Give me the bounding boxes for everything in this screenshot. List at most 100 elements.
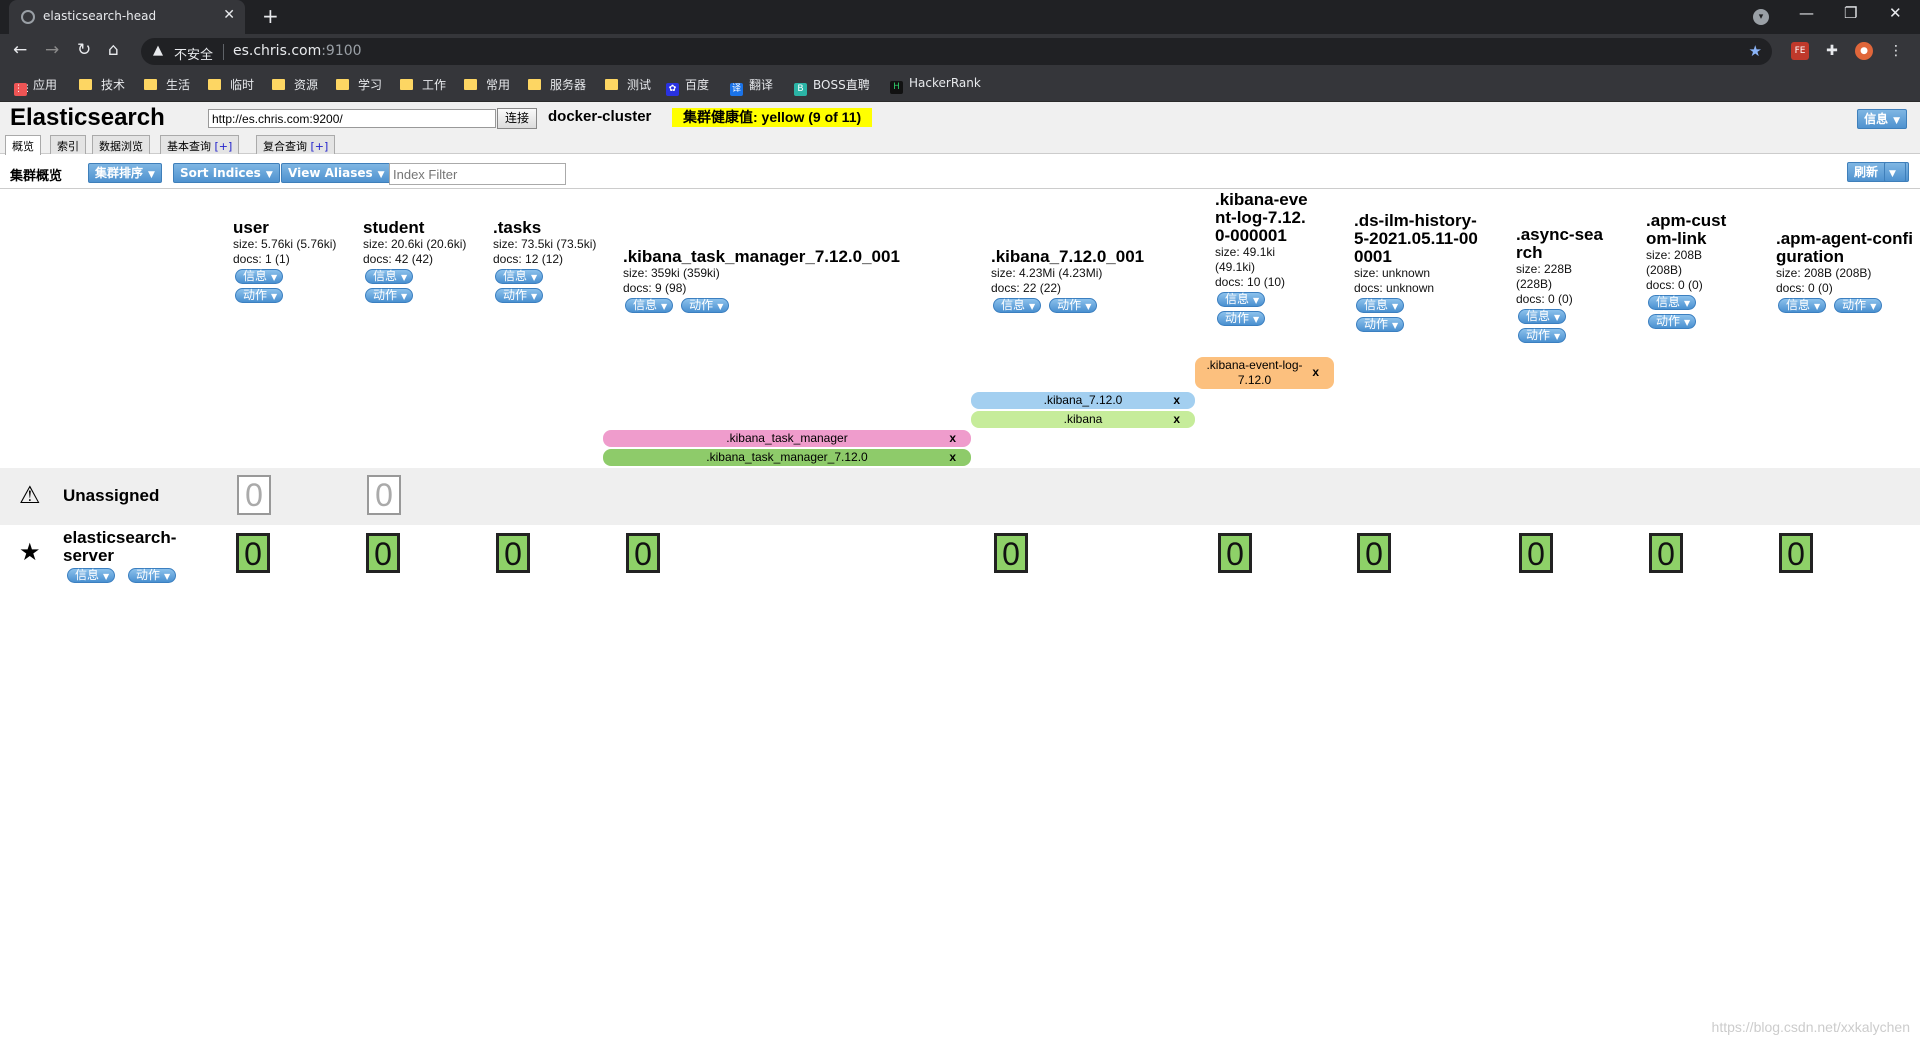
- index-action-button[interactable]: 动作 ▼: [1834, 298, 1883, 313]
- bookmark-folder[interactable]: 临时: [208, 76, 254, 93]
- unassigned-shard[interactable]: 0: [237, 475, 271, 515]
- primary-shard[interactable]: 0: [1649, 533, 1683, 573]
- index-column: .kibana-event-log-7.12.0-000001 size: 49…: [1215, 191, 1315, 330]
- tab-indices[interactable]: 索引: [50, 135, 86, 154]
- browser-tab[interactable]: elasticsearch-head ✕: [9, 0, 245, 34]
- view-aliases-button[interactable]: View Aliases ▼: [281, 163, 392, 183]
- warning-icon: ▲: [153, 43, 163, 58]
- alias-remove-button[interactable]: x: [1173, 411, 1180, 428]
- index-action-button[interactable]: 动作 ▼: [1648, 314, 1697, 329]
- index-action-button[interactable]: 动作 ▼: [1518, 328, 1567, 343]
- address-bar[interactable]: ▲ 不安全 es.chris.com:9100 ★: [141, 38, 1772, 65]
- chevron-down-icon: ▼: [377, 170, 385, 180]
- tab-close-icon[interactable]: ✕: [223, 7, 235, 23]
- index-name: student: [363, 218, 425, 237]
- index-info-button[interactable]: 信息 ▼: [993, 298, 1042, 313]
- primary-shard[interactable]: 0: [1357, 533, 1391, 573]
- tab-basic-query[interactable]: 基本查询 [+]: [160, 135, 240, 154]
- connect-url-input[interactable]: [208, 109, 496, 128]
- header-info-button[interactable]: 信息 ▼: [1857, 109, 1907, 129]
- extensions-puzzle-icon[interactable]: ✚: [1823, 42, 1841, 60]
- index-docs: docs: 22 (22): [991, 281, 1062, 295]
- node-info-button[interactable]: 信息 ▼: [67, 568, 116, 583]
- browser-menu-icon[interactable]: ⋮: [1887, 42, 1905, 60]
- folder-icon: [272, 79, 285, 90]
- alias-remove-button[interactable]: x: [949, 449, 956, 466]
- tab-overview[interactable]: 概览: [5, 135, 41, 155]
- index-action-button[interactable]: 动作 ▼: [1356, 317, 1405, 332]
- bookmark-folder[interactable]: 常用: [464, 76, 510, 93]
- translate-icon: 译: [730, 83, 743, 96]
- bookmark-star-icon[interactable]: ★: [1749, 42, 1762, 60]
- index-info-button[interactable]: 信息 ▼: [365, 269, 414, 284]
- tab-search-icon[interactable]: ▾: [1753, 9, 1769, 25]
- primary-shard[interactable]: 0: [626, 533, 660, 573]
- index-info-button[interactable]: 信息 ▼: [1648, 295, 1697, 310]
- bookmark-translate[interactable]: 译翻译: [730, 76, 773, 96]
- alias-remove-button[interactable]: x: [949, 430, 956, 447]
- back-icon[interactable]: ←: [13, 40, 27, 60]
- primary-shard[interactable]: 0: [1218, 533, 1252, 573]
- index-info-button[interactable]: 信息 ▼: [495, 269, 544, 284]
- watermark: https://blog.csdn.net/xxkalychen: [1711, 1019, 1910, 1035]
- index-info-button[interactable]: 信息 ▼: [625, 298, 674, 313]
- reload-icon[interactable]: ↻: [77, 40, 91, 60]
- alias-remove-button[interactable]: x: [1173, 392, 1180, 409]
- alias-remove-button[interactable]: x: [1312, 365, 1319, 380]
- bookmark-folder[interactable]: 技术: [79, 76, 125, 93]
- bookmark-boss[interactable]: B BOSS直聘: [794, 76, 870, 96]
- home-icon[interactable]: ⌂: [108, 40, 119, 60]
- primary-shard[interactable]: 0: [496, 533, 530, 573]
- index-action-button[interactable]: 动作 ▼: [681, 298, 730, 313]
- chevron-down-icon: ▼: [1554, 313, 1561, 322]
- browser-tabstrip: elasticsearch-head ✕ + ▾ — ❐ ✕: [0, 0, 1920, 34]
- index-filter-input[interactable]: [389, 163, 566, 185]
- cluster-sort-button[interactable]: 集群排序 ▼: [88, 163, 162, 183]
- index-action-button[interactable]: 动作 ▼: [495, 288, 544, 303]
- chevron-down-icon: ▼: [1870, 302, 1877, 311]
- node-action-button[interactable]: 动作 ▼: [128, 568, 177, 583]
- sort-indices-button[interactable]: Sort Indices ▼: [173, 163, 280, 183]
- unassigned-row: ⚠ Unassigned 0 0: [0, 468, 1920, 525]
- index-info-button[interactable]: 信息 ▼: [1356, 298, 1405, 313]
- primary-shard[interactable]: 0: [366, 533, 400, 573]
- tab-browser[interactable]: 数据浏览: [92, 135, 150, 154]
- bookmark-baidu[interactable]: ✿ 百度: [666, 76, 709, 96]
- index-info-button[interactable]: 信息 ▼: [1518, 309, 1567, 324]
- primary-shard[interactable]: 0: [994, 533, 1028, 573]
- bookmark-hackerrank[interactable]: H HackerRank: [890, 76, 981, 94]
- index-info-button[interactable]: 信息 ▼: [1778, 298, 1827, 313]
- tab-compound-query[interactable]: 复合查询 [+]: [256, 135, 336, 154]
- bookmark-folder[interactable]: 资源: [272, 76, 318, 93]
- extension-fe-icon[interactable]: FE: [1791, 42, 1809, 60]
- restore-icon[interactable]: ❐: [1844, 4, 1857, 22]
- primary-shard[interactable]: 0: [236, 533, 270, 573]
- bookmark-apps[interactable]: ⋮⋮应用: [14, 76, 57, 96]
- forward-icon[interactable]: →: [45, 40, 59, 60]
- index-action-button[interactable]: 动作 ▼: [235, 288, 284, 303]
- close-window-icon[interactable]: ✕: [1889, 4, 1902, 22]
- refresh-options-button[interactable]: ▼: [1884, 162, 1906, 182]
- new-tab-button[interactable]: +: [262, 4, 279, 28]
- bookmark-folder[interactable]: 服务器: [528, 76, 586, 93]
- index-info-button[interactable]: 信息 ▼: [235, 269, 284, 284]
- bookmark-folder[interactable]: 工作: [400, 76, 446, 93]
- profile-avatar-icon[interactable]: ●: [1855, 42, 1873, 60]
- primary-shard[interactable]: 0: [1519, 533, 1553, 573]
- connect-button[interactable]: 连接: [497, 108, 538, 129]
- minimize-icon[interactable]: —: [1799, 4, 1814, 22]
- index-action-button[interactable]: 动作 ▼: [1217, 311, 1266, 326]
- unassigned-shard[interactable]: 0: [367, 475, 401, 515]
- index-docs: docs: unknown: [1354, 281, 1435, 295]
- primary-shard[interactable]: 0: [1779, 533, 1813, 573]
- alias-tag: .kibana x: [971, 411, 1195, 428]
- index-action-button[interactable]: 动作 ▼: [1049, 298, 1098, 313]
- bookmark-folder[interactable]: 测试: [605, 76, 651, 93]
- hackerrank-logo-icon: H: [890, 81, 903, 94]
- index-info-button[interactable]: 信息 ▼: [1217, 292, 1266, 307]
- bookmark-folder[interactable]: 学习: [336, 76, 382, 93]
- boss-logo-icon: B: [794, 83, 807, 96]
- index-action-button[interactable]: 动作 ▼: [365, 288, 414, 303]
- chevron-down-icon: ▼: [1684, 299, 1691, 308]
- bookmark-folder[interactable]: 生活: [144, 76, 190, 93]
